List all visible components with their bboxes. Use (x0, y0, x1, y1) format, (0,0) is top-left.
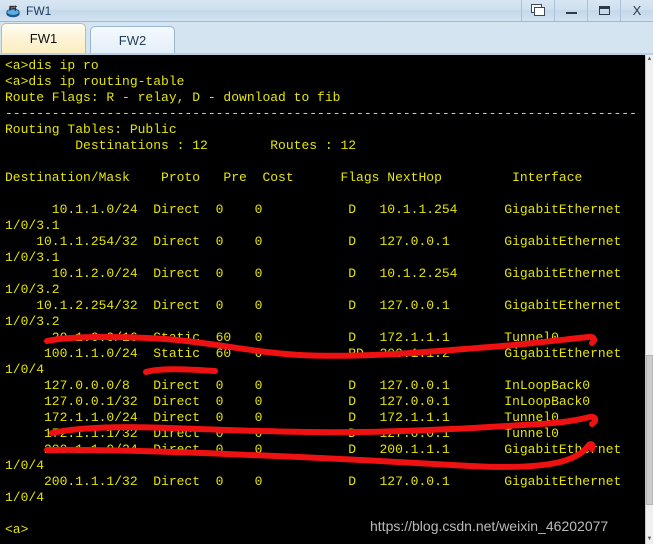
terminal-line: 10.1.2.254/32 Direct 0 0 D 127.0.0.1 Gig… (5, 298, 622, 313)
terminal-line: 200.1.1.0/24 Direct 0 0 D 200.1.1.1 Giga… (5, 442, 622, 457)
scroll-down-arrow[interactable]: ▼ (646, 535, 653, 544)
router-icon (5, 3, 21, 19)
minimize-icon (565, 12, 577, 14)
terminal-line: 127.0.0.1/32 Direct 0 0 D 127.0.0.1 InLo… (5, 394, 591, 409)
terminal-line: 1/0/4 (5, 490, 45, 505)
window-title: FW1 (26, 3, 52, 18)
terminal-line: 10.1.1.0/24 Direct 0 0 D 10.1.1.254 Giga… (5, 202, 622, 217)
maximize-button[interactable] (587, 0, 620, 21)
scroll-thumb[interactable] (646, 355, 653, 505)
terminal-line: 1/0/3.2 (5, 282, 60, 297)
window-controls: X (521, 0, 653, 22)
scroll-up-arrow[interactable]: ▲ (646, 55, 653, 64)
tab-fw2[interactable]: FW2 (90, 26, 175, 53)
tab-fw2-label: FW2 (118, 32, 147, 48)
maximize-icon (598, 5, 610, 15)
terminal-line: Route Flags: R - relay, D - download to … (5, 90, 341, 105)
restore-icon (530, 3, 546, 17)
tab-strip: FW1 FW2 (0, 22, 653, 55)
minimize-button[interactable] (554, 0, 587, 21)
tab-fw1[interactable]: FW1 (1, 23, 86, 53)
terminal-line: 100.1.1.0/24 Static 60 0 RD 200.1.1.2 Gi… (5, 346, 622, 361)
terminal-line: 1/0/4 (5, 458, 45, 473)
close-button[interactable]: X (620, 0, 653, 21)
terminal-line: 10.1.1.254/32 Direct 0 0 D 127.0.0.1 Gig… (5, 234, 622, 249)
terminal-output[interactable]: <a>dis ip ro <a>dis ip routing-table Route… (0, 55, 645, 544)
terminal-line: 127.0.0.0/8 Direct 0 0 D 127.0.0.1 InLoo… (5, 378, 591, 393)
watermark: https://blog.csdn.net/weixin_46202077 (370, 518, 609, 534)
terminal-line: Destination/Mask Proto Pre Cost Flags Ne… (5, 170, 583, 185)
terminal-line: 1/0/3.1 (5, 218, 60, 233)
vertical-scrollbar[interactable]: ▲ ▼ (645, 55, 653, 544)
tab-fw1-label: FW1 (29, 31, 58, 46)
restore-button[interactable] (521, 0, 554, 21)
title-bar: FW1 X (0, 0, 653, 22)
terminal-line: ----------------------------------------… (5, 106, 637, 121)
terminal-line: 1/0/3.1 (5, 250, 60, 265)
terminal-line: 20.1.0.0/16 Static 60 0 D 172.1.1.1 Tunn… (5, 330, 559, 345)
terminal-pane[interactable]: <a>dis ip ro <a>dis ip routing-table Route… (0, 55, 653, 544)
title-bar-left: FW1 (0, 3, 521, 19)
terminal-line: 1/0/3.2 (5, 314, 60, 329)
terminal-line: <a>dis ip routing-table (5, 74, 185, 89)
close-icon: X (632, 2, 642, 18)
terminal-line: 10.1.2.0/24 Direct 0 0 D 10.1.2.254 Giga… (5, 266, 622, 281)
terminal-line: Routing Tables: Public (5, 122, 177, 137)
terminal-line: <a>dis ip ro (5, 58, 99, 73)
terminal-line: 172.1.1.0/24 Direct 0 0 D 172.1.1.1 Tunn… (5, 410, 559, 425)
terminal-line: 1/0/4 (5, 362, 45, 377)
terminal-line: Destinations : 12 Routes : 12 (5, 138, 357, 153)
terminal-line: 200.1.1.1/32 Direct 0 0 D 127.0.0.1 Giga… (5, 474, 622, 489)
emulator-window: FW1 X FW1 FW2 <a>dis ip ro <a>dis ip rou… (0, 0, 653, 544)
terminal-line: 172.1.1.1/32 Direct 0 0 D 127.0.0.1 Tunn… (5, 426, 559, 441)
